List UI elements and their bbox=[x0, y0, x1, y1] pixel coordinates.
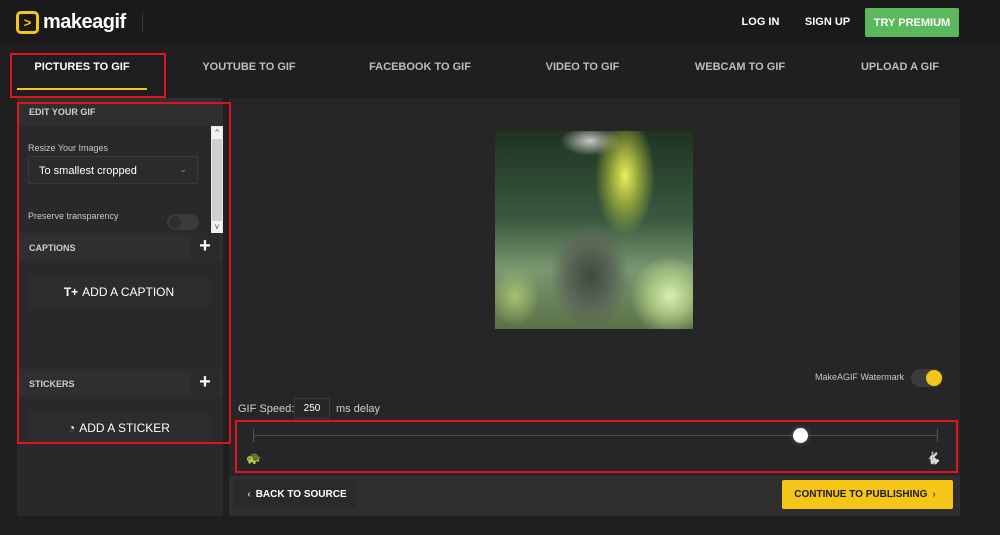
add-sticker-plus-button[interactable]: + bbox=[191, 369, 219, 397]
add-caption-button[interactable]: T+ ADD A CAPTION bbox=[28, 275, 210, 309]
turtle-icon: 🐢 bbox=[246, 451, 261, 465]
edit-sidebar: EDIT YOUR GIF ^ v Resize Your Images To … bbox=[17, 98, 223, 516]
continue-to-publishing-button[interactable]: CONTINUE TO PUBLISHING › bbox=[782, 480, 953, 509]
speed-unit-label: ms delay bbox=[336, 403, 381, 415]
speed-slider-handle[interactable] bbox=[793, 428, 809, 443]
makeagif-logo[interactable]: > makeagif bbox=[16, 11, 126, 34]
tab-webcam-to-gif[interactable]: WEBCAM TO GIF bbox=[675, 44, 805, 89]
tab-pictures-to-gif[interactable]: PICTURES TO GIF bbox=[17, 44, 147, 89]
captions-title: CAPTIONS bbox=[29, 243, 76, 253]
sidebar-scrollbar[interactable]: ^ v bbox=[211, 126, 223, 234]
logo-text: makeagif bbox=[43, 11, 126, 33]
add-caption-plus-button[interactable]: + bbox=[191, 233, 219, 261]
action-bar: ‹ BACK TO SOURCE CONTINUE TO PUBLISHING … bbox=[229, 476, 960, 516]
watermark-label: MakeAGIF Watermark bbox=[815, 372, 905, 382]
top-navigation-bar: > makeagif LOG IN SIGN UP TRY PREMIUM bbox=[0, 0, 1000, 44]
gif-speed-input[interactable] bbox=[294, 398, 330, 419]
tab-bar: PICTURES TO GIF YOUTUBE TO GIF FACEBOOK … bbox=[0, 44, 1000, 97]
back-to-source-button[interactable]: ‹ BACK TO SOURCE bbox=[233, 480, 356, 509]
rabbit-icon: 🐇 bbox=[926, 451, 941, 465]
slider-max-tick bbox=[937, 429, 938, 442]
chevron-right-icon: › bbox=[932, 489, 936, 500]
resize-select[interactable]: To smallest cropped ⌄ bbox=[28, 156, 198, 184]
edit-your-gif-header: EDIT YOUR GIF bbox=[17, 98, 223, 126]
header-divider bbox=[142, 13, 143, 33]
stickers-title: STICKERS bbox=[29, 379, 75, 389]
sticker-icon: ◔ bbox=[68, 421, 76, 435]
back-label: BACK TO SOURCE bbox=[255, 489, 347, 500]
preserve-transparency-toggle[interactable] bbox=[167, 214, 199, 230]
gif-speed-label: GIF Speed: bbox=[238, 403, 295, 415]
chevron-down-icon: ⌄ bbox=[179, 164, 187, 174]
tab-video-to-gif[interactable]: VIDEO TO GIF bbox=[520, 44, 645, 89]
chevron-left-icon: ‹ bbox=[247, 489, 251, 500]
continue-label: CONTINUE TO PUBLISHING bbox=[794, 489, 928, 500]
add-sticker-label: ADD A STICKER bbox=[79, 421, 170, 435]
stickers-header: STICKERS + bbox=[17, 369, 223, 397]
text-add-icon: T+ bbox=[63, 285, 79, 299]
signup-button[interactable]: SIGN UP bbox=[800, 8, 855, 36]
gif-preview-image bbox=[495, 131, 693, 329]
slider-min-tick bbox=[253, 429, 254, 442]
toggle-knob bbox=[169, 216, 181, 228]
speed-slider-track[interactable] bbox=[253, 435, 937, 436]
logo-play-icon: > bbox=[16, 11, 39, 34]
try-premium-button[interactable]: TRY PREMIUM bbox=[865, 8, 959, 37]
scroll-up-icon[interactable]: ^ bbox=[212, 127, 222, 139]
resize-select-value: To smallest cropped bbox=[39, 165, 137, 177]
gif-editor-main: MakeAGIF Watermark GIF Speed: ms delay 🐢… bbox=[229, 98, 960, 516]
captions-header: CAPTIONS + bbox=[17, 233, 223, 261]
tab-youtube-to-gif[interactable]: YOUTUBE TO GIF bbox=[185, 44, 313, 89]
resize-images-label: Resize Your Images bbox=[28, 143, 109, 153]
watermark-toggle[interactable] bbox=[911, 369, 943, 387]
toggle-knob bbox=[926, 370, 942, 386]
scroll-down-icon[interactable]: v bbox=[212, 221, 222, 233]
preserve-transparency-label: Preserve transparency bbox=[28, 211, 119, 221]
active-tab-indicator bbox=[17, 88, 147, 90]
add-sticker-button[interactable]: ◔ ADD A STICKER bbox=[28, 411, 210, 445]
login-button[interactable]: LOG IN bbox=[733, 8, 788, 36]
tab-facebook-to-gif[interactable]: FACEBOOK TO GIF bbox=[355, 44, 485, 89]
tab-upload-a-gif[interactable]: UPLOAD A GIF bbox=[840, 44, 960, 89]
add-caption-label: ADD A CAPTION bbox=[82, 285, 175, 299]
